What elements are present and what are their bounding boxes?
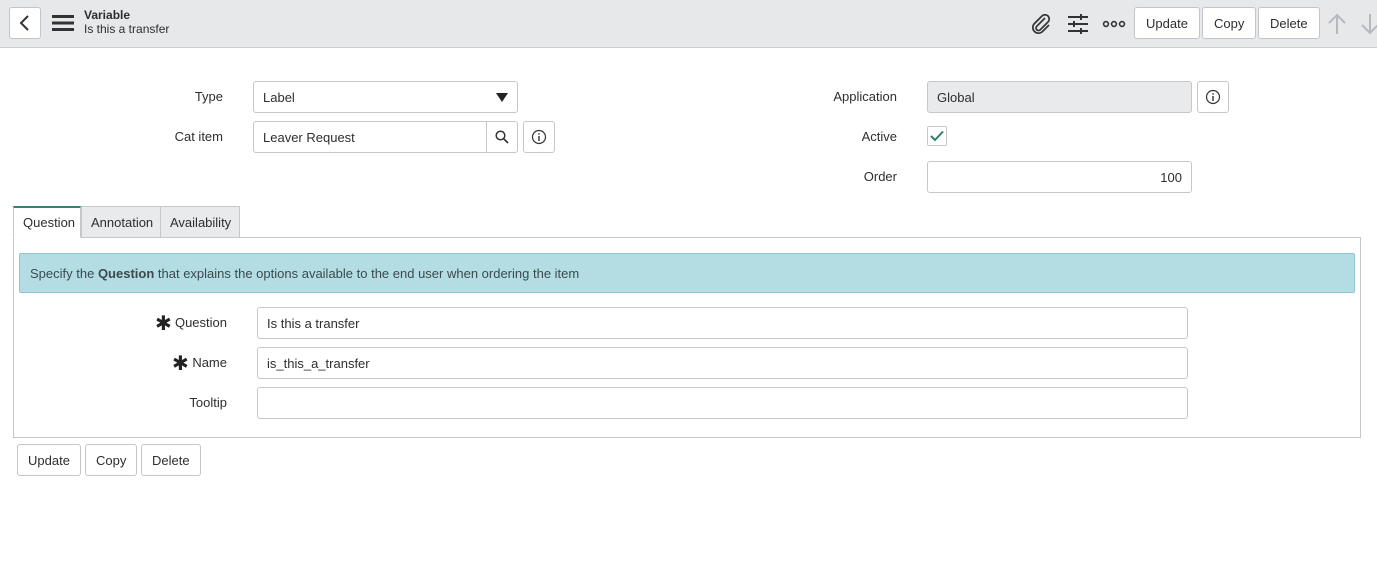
info-suffix: that explains the options available to t…: [154, 265, 580, 281]
footer-delete-button[interactable]: Delete: [141, 444, 201, 476]
info-prefix: Specify the: [30, 265, 98, 281]
order-value: 100: [1160, 169, 1182, 185]
question-label: Question: [174, 315, 227, 330]
type-select[interactable]: Label: [253, 81, 518, 113]
chevron-left-icon: [19, 15, 29, 31]
cat-item-info-button[interactable]: [523, 121, 555, 153]
info-icon: [1205, 89, 1221, 105]
tooltip-input[interactable]: [257, 387, 1188, 419]
record-title: Variable Is this a transfer: [84, 8, 169, 36]
order-input[interactable]: 100: [927, 161, 1192, 193]
paperclip-icon[interactable]: [1029, 12, 1053, 36]
info-message: Specify the Question that explains the o…: [19, 253, 1355, 293]
back-button[interactable]: [9, 7, 41, 39]
hamburger-menu-icon[interactable]: [52, 14, 74, 32]
type-label: Type: [194, 89, 223, 104]
more-options-icon[interactable]: [1102, 12, 1126, 36]
order-label: Order: [863, 169, 897, 184]
application-label: Application: [833, 89, 897, 104]
active-checkbox[interactable]: [927, 126, 947, 146]
header-delete-button[interactable]: Delete: [1258, 7, 1320, 39]
cat-item-input[interactable]: Leaver Request: [253, 121, 487, 153]
arrow-up-icon[interactable]: [1325, 12, 1349, 36]
record-type-title: Variable: [84, 8, 131, 22]
info-icon: [531, 129, 547, 145]
question-input[interactable]: Is this a transfer: [257, 307, 1188, 339]
caret-down-icon: [496, 93, 508, 102]
header-copy-button[interactable]: Copy: [1202, 7, 1257, 39]
name-input[interactable]: is_this_a_transfer: [257, 347, 1188, 379]
cat-item-lookup-button[interactable]: [486, 121, 518, 153]
header-update-button[interactable]: Update: [1134, 7, 1200, 39]
checkmark-icon: [930, 130, 944, 142]
type-select-value: Label: [263, 89, 295, 105]
name-label: Name: [192, 355, 227, 370]
tooltip-label: Tooltip: [189, 395, 227, 410]
tab-question[interactable]: Question: [13, 206, 81, 238]
search-icon: [495, 130, 509, 144]
question-value: Is this a transfer: [267, 315, 360, 331]
application-info-button[interactable]: [1197, 81, 1229, 113]
tab-availability[interactable]: Availability: [160, 206, 240, 238]
settings-sliders-icon[interactable]: [1066, 12, 1090, 36]
record-display-value: Is this a transfer: [84, 22, 170, 36]
application-field: Global: [927, 81, 1192, 113]
footer-update-button[interactable]: Update: [17, 444, 81, 476]
info-bold: Question: [97, 265, 155, 281]
arrow-down-icon[interactable]: [1358, 12, 1377, 36]
active-label: Active: [861, 129, 897, 144]
cat-item-label: Cat item: [174, 129, 223, 144]
cat-item-value: Leaver Request: [263, 129, 355, 145]
name-value: is_this_a_transfer: [267, 355, 370, 371]
tab-annotation[interactable]: Annotation: [81, 206, 161, 238]
application-value: Global: [937, 89, 975, 105]
form-header: Variable Is this a transfer Update Copy …: [0, 0, 1377, 48]
footer-copy-button[interactable]: Copy: [85, 444, 138, 476]
